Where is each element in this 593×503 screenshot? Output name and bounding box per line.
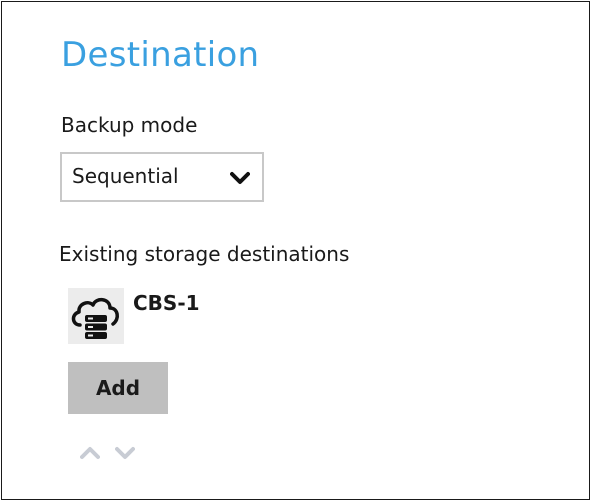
backup-mode-label: Backup mode [61, 113, 198, 137]
storage-destination-item[interactable]: CBS-1 [68, 288, 268, 346]
chevron-down-icon[interactable] [115, 446, 135, 460]
backup-mode-value: Sequential [72, 164, 179, 188]
chevron-up-icon[interactable] [80, 446, 100, 460]
cloud-server-icon [68, 288, 124, 344]
page-title: Destination [61, 35, 260, 75]
add-button[interactable]: Add [68, 362, 168, 414]
chevron-down-icon [230, 172, 250, 184]
storage-destination-name: CBS-1 [133, 291, 200, 315]
destination-panel: Destination Backup mode Sequential Exist… [1, 1, 590, 500]
existing-storage-label: Existing storage destinations [59, 242, 350, 266]
backup-mode-select[interactable]: Sequential [60, 152, 264, 202]
